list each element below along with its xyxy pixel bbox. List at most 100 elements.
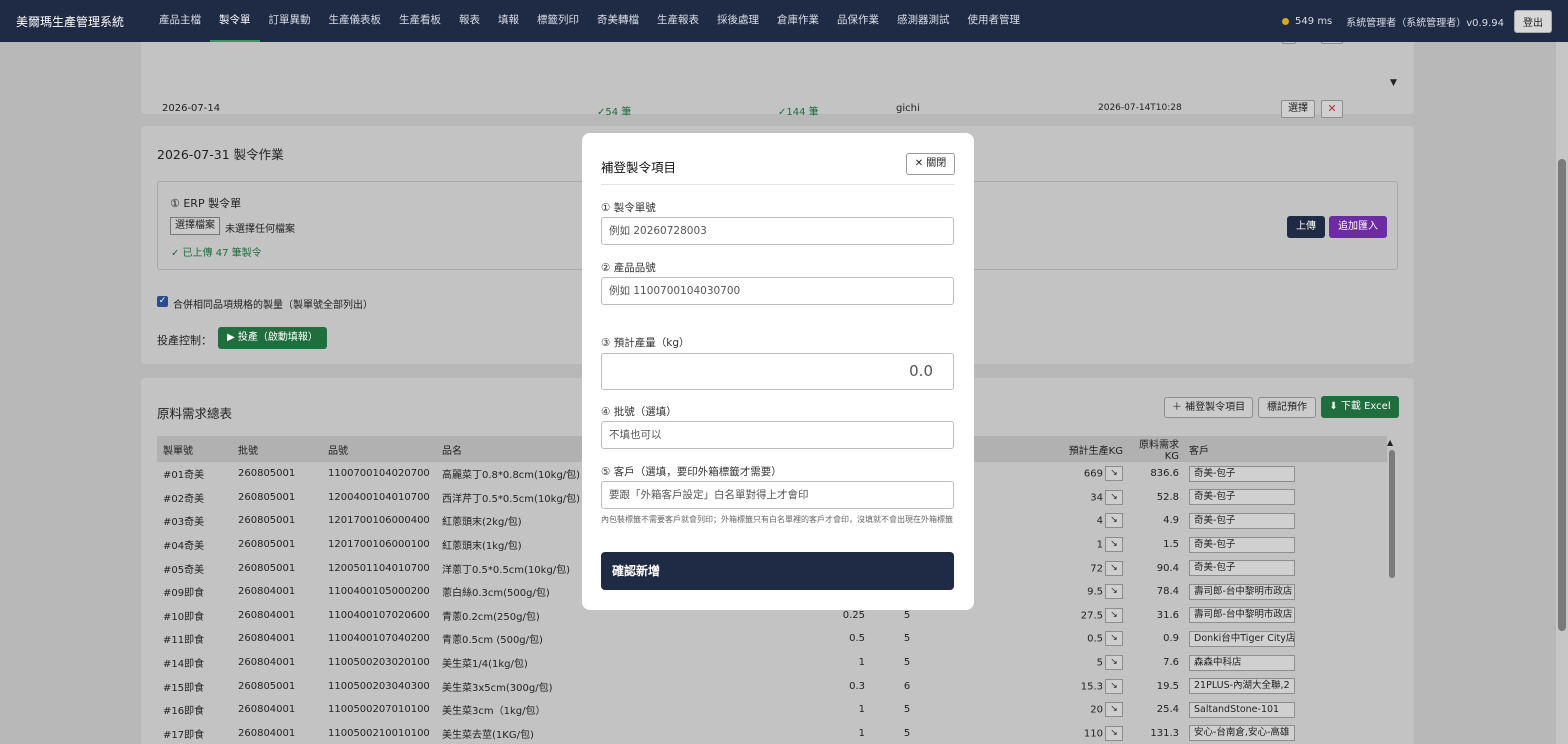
nav-item[interactable]: 標籤列印 bbox=[528, 0, 588, 42]
nav-item[interactable]: 製令單 bbox=[210, 0, 260, 42]
customer-field[interactable]: 奇美-包子 bbox=[1189, 512, 1295, 529]
edit-kg-icon[interactable]: ↘ bbox=[1105, 607, 1123, 623]
customer-field[interactable]: 森森中科店 bbox=[1189, 654, 1295, 671]
table-cell: 蔥白絲0.3cm(500g/包) bbox=[442, 588, 550, 600]
batch-input[interactable]: 不填也可以 bbox=[601, 421, 954, 449]
customer-input[interactable]: 要跟「外箱客戶設定」白名單對得上才會印 bbox=[601, 481, 954, 509]
edit-kg-icon[interactable]: ↘ bbox=[1105, 489, 1123, 505]
chevron-down-icon[interactable]: ▼ bbox=[1390, 78, 1397, 88]
qty-input[interactable]: 0.0 bbox=[601, 353, 954, 390]
product-input[interactable]: 例如 1100700104030700 bbox=[601, 277, 954, 305]
edit-kg-icon[interactable]: ↘ bbox=[1105, 678, 1123, 694]
customer-field[interactable]: 壽司郎-台中黎明市政店 bbox=[1189, 583, 1295, 600]
customer-field[interactable]: 壽司郎-台中黎明市政店 bbox=[1189, 607, 1295, 624]
customer-field[interactable]: 21PLUS-內湖大全聯,2 bbox=[1189, 678, 1295, 695]
edit-kg-icon[interactable]: ↘ bbox=[1105, 725, 1123, 741]
top-navbar: 美爾瑪生產管理系統 產品主檔 製令單 訂單異動 生產儀表板 生產看板 報表 填報 標籤列印 奇美… bbox=[0, 0, 1568, 42]
table-cell: 0.3 bbox=[849, 680, 865, 692]
table-cell: 1100500203020100 bbox=[328, 657, 430, 669]
qty-label: ③ 預計產量（kg） bbox=[601, 337, 690, 349]
nav-item[interactable]: 填報 bbox=[489, 0, 528, 42]
batch-label: ④ 批號（選填） bbox=[601, 406, 677, 418]
nav-item[interactable]: 生產報表 bbox=[648, 0, 708, 42]
customer-field[interactable]: 奇美-包子 bbox=[1189, 536, 1295, 553]
table-cell: 15.3 ↘ bbox=[939, 674, 1127, 698]
table-cell: 260804001 bbox=[238, 727, 296, 739]
table-scrollbar[interactable] bbox=[1389, 450, 1395, 578]
customer-field[interactable]: Donki台中Tiger City店 bbox=[1189, 630, 1295, 647]
nav-item[interactable]: 倉庫作業 bbox=[768, 0, 828, 42]
edit-kg-icon[interactable]: ↘ bbox=[1105, 655, 1123, 671]
nav-item[interactable]: 生產儀表板 bbox=[320, 0, 391, 42]
page-scrollbar[interactable] bbox=[1556, 42, 1568, 744]
column-header: 品名 bbox=[436, 436, 596, 462]
planned-kg-value: 110 bbox=[1083, 728, 1103, 740]
merge-checkbox[interactable]: ✓ bbox=[157, 296, 168, 307]
planned-kg-value: 34 bbox=[1090, 492, 1103, 504]
table-cell: 美生菜3cm（1kg/包） bbox=[442, 706, 546, 718]
order-input[interactable]: 例如 20260728003 bbox=[601, 217, 954, 245]
nav-item[interactable]: 產品主檔 bbox=[150, 0, 210, 42]
nav-item[interactable]: 採後處理 bbox=[708, 0, 768, 42]
start-production-button[interactable]: ▶ 投產（啟動填報） bbox=[218, 327, 327, 349]
edit-kg-icon[interactable]: ↘ bbox=[1105, 702, 1123, 718]
customer-field[interactable]: SaltandStone-101 bbox=[1189, 701, 1295, 718]
erp-title: ① ERP 製令單 bbox=[170, 197, 242, 210]
column-header: 品號 bbox=[322, 436, 436, 462]
history-cell-date: 2026-07-14 bbox=[162, 103, 221, 114]
table-cell: Donki台中Tiger City店 bbox=[1183, 627, 1387, 651]
table-cell: 260805001 bbox=[238, 491, 296, 503]
customer-field[interactable]: 奇美-包子 bbox=[1189, 489, 1295, 506]
materials-title: 原料需求總表 bbox=[157, 406, 233, 421]
close-button[interactable]: ✕ 關閉 bbox=[906, 153, 955, 175]
table-row: #14即食 260804001 1100500203020100 美生菜1/4(1kg… bbox=[157, 651, 1387, 675]
nav-item[interactable]: 使用者管理 bbox=[959, 0, 1030, 42]
customer-field[interactable]: 安心-台南倉,安心-高雄 bbox=[1189, 725, 1295, 742]
upload-button[interactable]: 上傳 bbox=[1287, 216, 1325, 238]
add-item-button[interactable]: ＋ 補登製令項目 bbox=[1164, 397, 1253, 418]
modal-header: 補登製令項目 ✕ 關閉 bbox=[601, 133, 955, 185]
table-cell: 5 bbox=[903, 704, 911, 716]
table-cell: 1.5 bbox=[1163, 539, 1179, 551]
edit-kg-icon[interactable]: ↘ bbox=[1105, 466, 1123, 482]
nav-item[interactable]: 生產看板 bbox=[390, 0, 450, 42]
app-title: 美爾瑪生產管理系統 bbox=[16, 14, 125, 29]
table-cell: #11即食 bbox=[163, 635, 205, 647]
table-cell: 90.4 bbox=[1156, 562, 1179, 574]
nav-item[interactable]: 奇美轉檔 bbox=[588, 0, 648, 42]
table-cell: 1 bbox=[858, 727, 865, 739]
table-cell: 131.3 bbox=[1150, 727, 1179, 739]
planned-kg-value: 20 bbox=[1090, 704, 1103, 716]
page-scrollbar-thumb[interactable] bbox=[1558, 159, 1566, 631]
table-cell: 4.9 bbox=[1163, 515, 1179, 527]
history-row: 2026-07-14 ✓54 筆 ✓144 筆 gichi 2026-07-14T10:… bbox=[141, 95, 1415, 123]
latency-text: 549 ms bbox=[1295, 15, 1333, 27]
nav-item[interactable]: 品保作業 bbox=[828, 0, 888, 42]
table-cell: 高麗菜丁0.8*0.8cm(10kg/包) bbox=[442, 470, 581, 482]
confirm-add-button[interactable]: 確認新增 bbox=[601, 552, 954, 590]
table-cell: 壽司郎-台中黎明市政店 bbox=[1183, 580, 1387, 604]
customer-field[interactable]: 奇美-包子 bbox=[1189, 560, 1295, 577]
logout-button[interactable]: 登出 bbox=[1514, 9, 1552, 33]
edit-kg-icon[interactable]: ↘ bbox=[1105, 513, 1123, 529]
table-cell: 260805001 bbox=[238, 539, 296, 551]
customer-field[interactable]: 奇美-包子 bbox=[1189, 465, 1295, 482]
mark-pre-button[interactable]: 標記預作 bbox=[1258, 397, 1316, 418]
nav-item[interactable]: 報表 bbox=[450, 0, 489, 42]
table-cell: #10即食 bbox=[163, 611, 205, 623]
table-scroll-up-icon[interactable]: ▲ bbox=[1387, 438, 1393, 447]
download-excel-button[interactable]: ⬇ 下載 Excel bbox=[1321, 396, 1399, 418]
nav-item[interactable]: 感測器測試 bbox=[888, 0, 959, 42]
append-import-button[interactable]: 追加匯入 bbox=[1329, 216, 1387, 238]
choose-file-button[interactable]: 選擇檔案 bbox=[170, 217, 220, 235]
edit-kg-icon[interactable]: ↘ bbox=[1105, 631, 1123, 647]
table-cell: 19.5 bbox=[1156, 680, 1179, 692]
edit-kg-icon[interactable]: ↘ bbox=[1105, 537, 1123, 553]
nav-item[interactable]: 訂單異動 bbox=[260, 0, 320, 42]
select-button[interactable]: 選擇 bbox=[1281, 100, 1315, 118]
table-cell: 青蔥0.2cm(250g/包) bbox=[442, 611, 540, 623]
edit-kg-icon[interactable]: ↘ bbox=[1105, 560, 1123, 576]
no-file-text: 未選擇任何檔案 bbox=[225, 224, 295, 235]
edit-kg-icon[interactable]: ↘ bbox=[1105, 584, 1123, 600]
delete-icon[interactable]: ✕ bbox=[1321, 100, 1343, 118]
